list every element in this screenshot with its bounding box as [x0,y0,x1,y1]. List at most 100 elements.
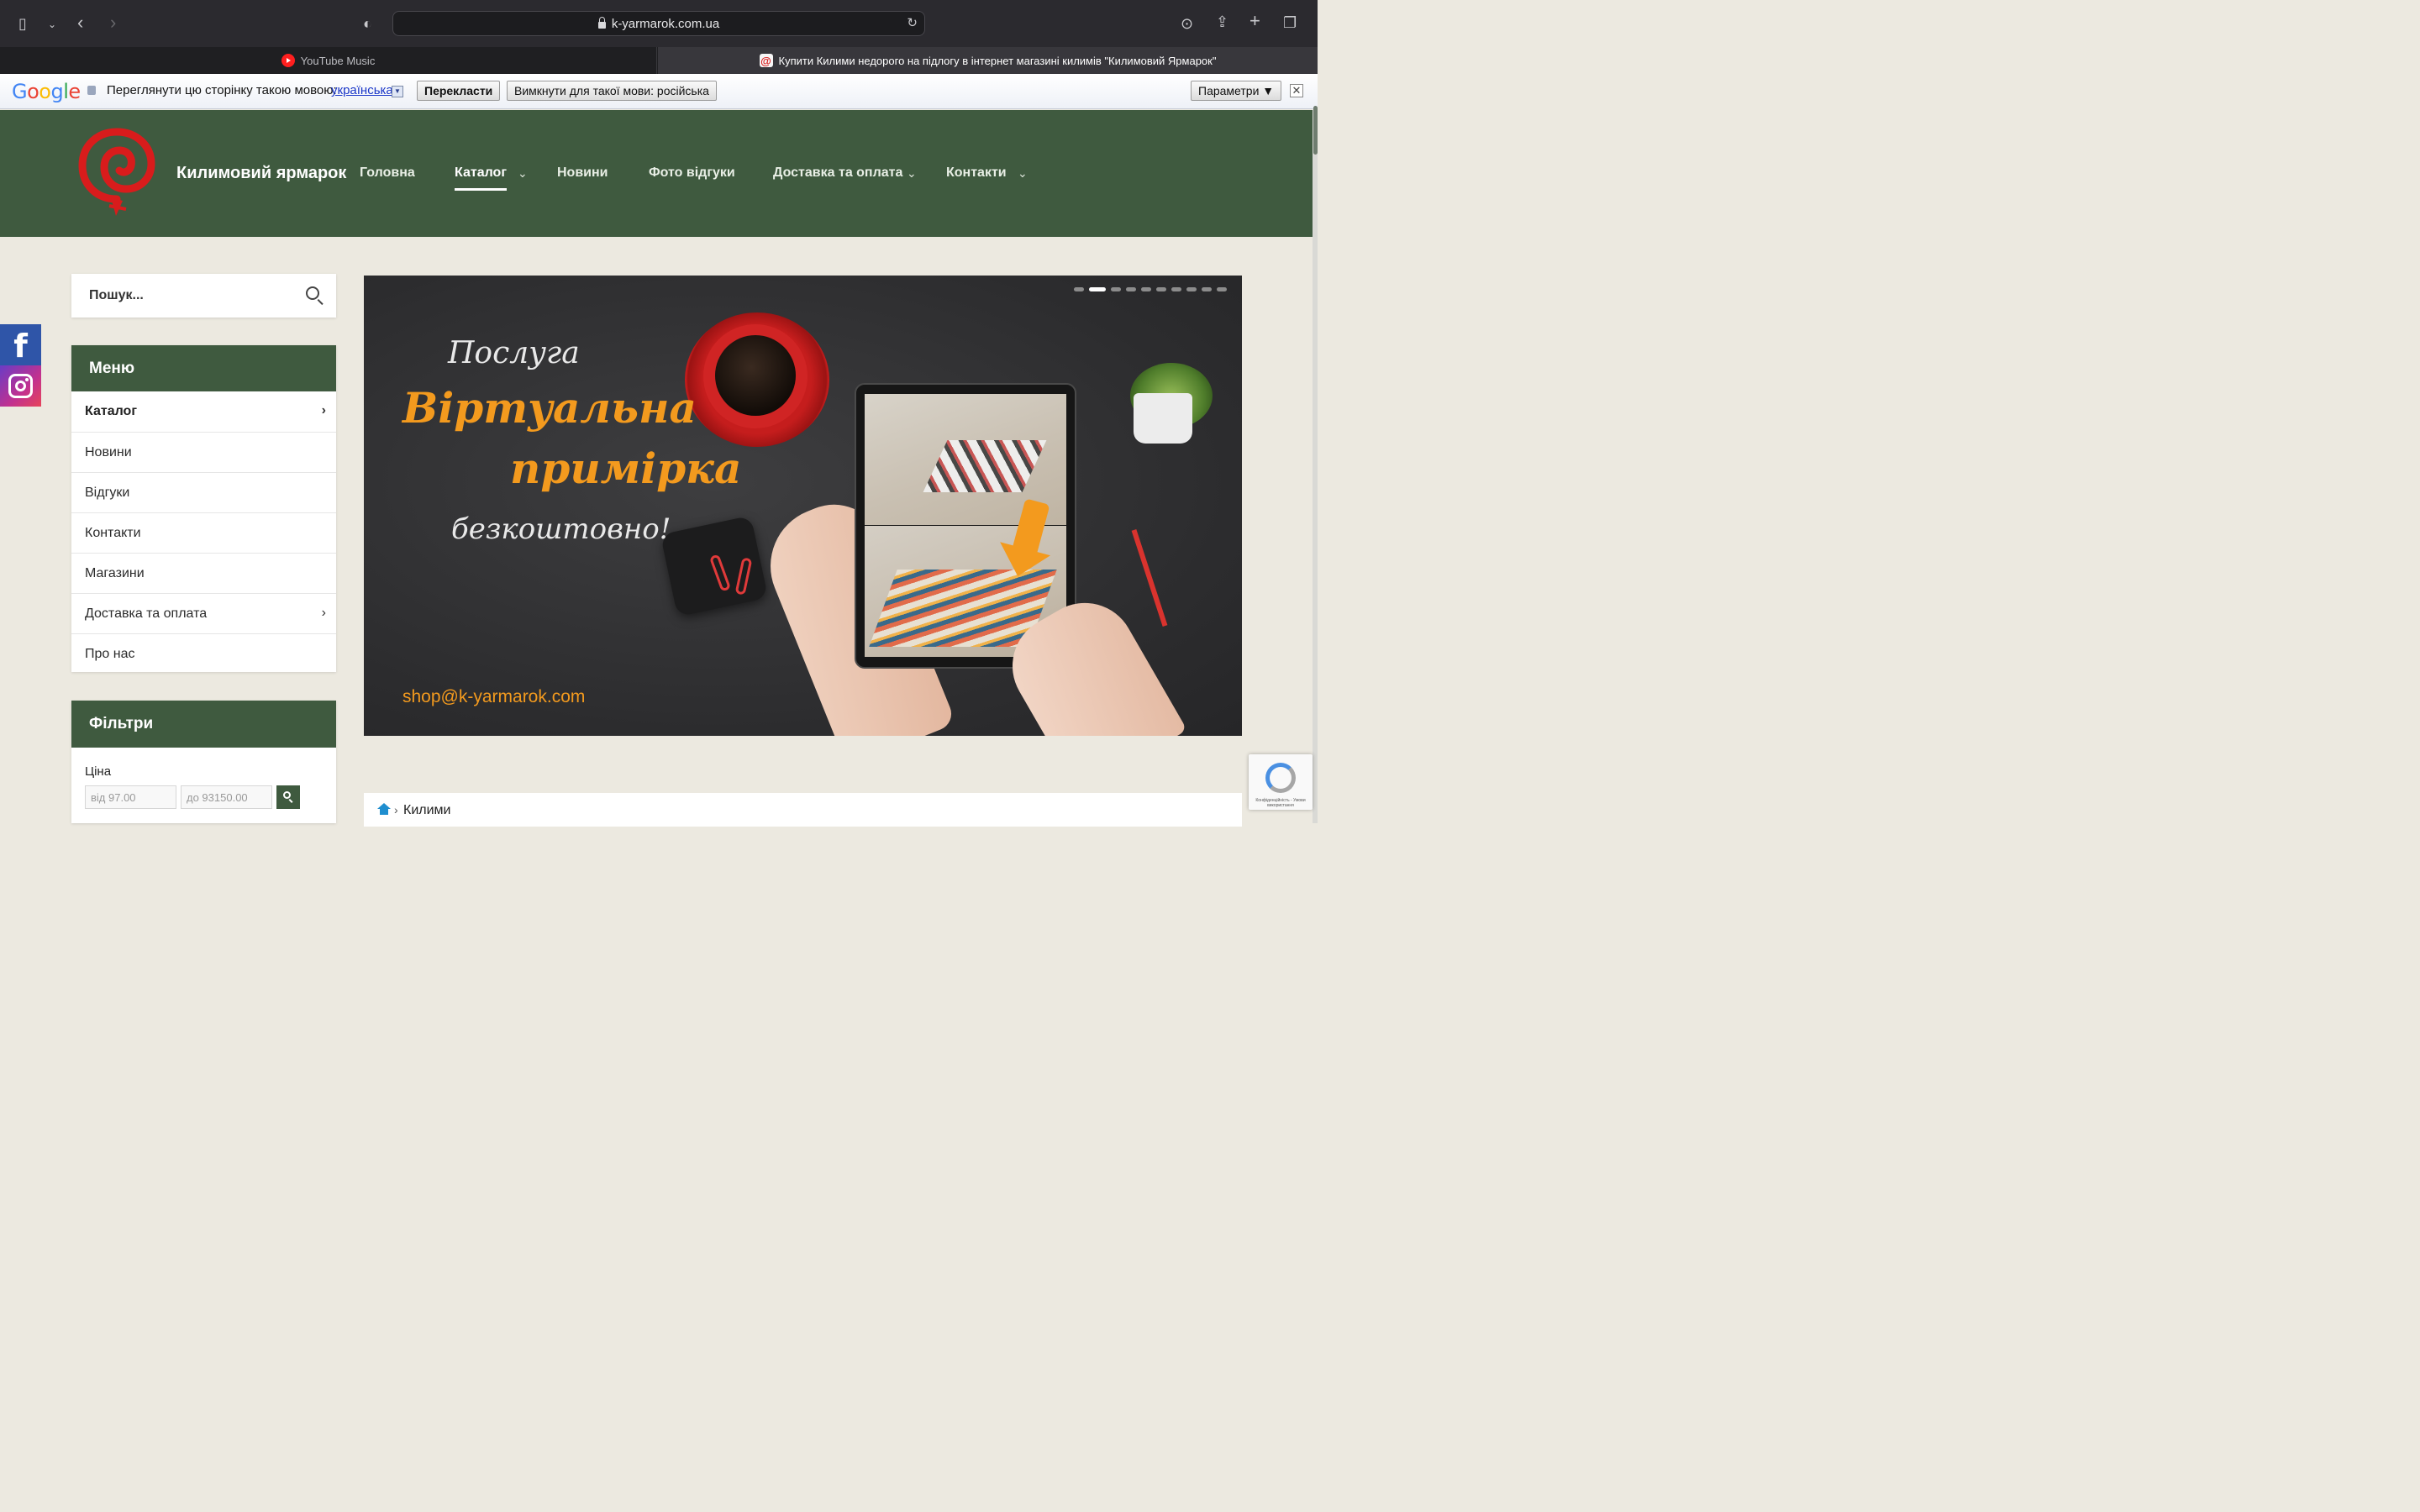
nav-news[interactable]: Новини [557,165,608,181]
slider-dot[interactable] [1217,287,1227,291]
facebook-icon[interactable]: f [0,324,41,365]
translate-button[interactable]: Перекласти [417,81,501,101]
tab-bar: YouTube Music @ Купити Килими недорого н… [0,47,1318,74]
google-translate-bar: Google Переглянути цю сторінку такою мов… [0,74,1318,109]
slider-dot[interactable] [1186,287,1197,291]
slider-dot[interactable] [1156,287,1166,291]
sidebar-filters: Фільтри Ціна від 97.00 до 93150.00 [71,701,336,823]
sidebar-item-label: Відгуки [85,486,130,500]
nav-contacts[interactable]: Контакти [946,165,1007,181]
promo-banner[interactable]: Послуга Віртуальна примірка безкоштовно!… [364,276,1242,736]
breadcrumb: › Килими [364,793,1242,827]
slider-dot[interactable] [1141,287,1151,291]
dropdown-arrow-icon[interactable]: ▼ [392,86,403,97]
back-icon[interactable]: ‹ [77,13,83,32]
banner-line-3: примірка [510,444,742,493]
sidebar-item-reviews[interactable]: Відгуки [71,472,336,512]
sidebar-item-contacts[interactable]: Контакти [71,512,336,553]
chevron-right-icon[interactable]: › [322,606,326,621]
menu-title: Меню [71,345,336,391]
chevron-down-icon[interactable]: ⌄ [48,16,56,33]
scrollbar-thumb[interactable] [1313,106,1318,155]
tab-youtube-music[interactable]: YouTube Music [0,47,657,74]
google-logo: Google [12,80,81,103]
banner-email[interactable]: shop@k-yarmarok.com [402,687,585,707]
chevron-right-icon[interactable]: › [322,403,326,418]
banner-line-2: Віртуальна [402,383,697,433]
breadcrumb-separator: › [394,803,398,816]
tab-label: YouTube Music [300,54,376,67]
home-icon[interactable] [377,803,391,815]
sidebar-item-about[interactable]: Про нас [71,633,336,674]
language-select[interactable]: українська [331,83,393,97]
chevron-down-icon[interactable]: ⌄ [1018,166,1028,181]
download-icon[interactable]: ⊙ [1181,15,1193,32]
url-text: k-yarmarok.com.ua [611,16,720,31]
tab-overview-icon[interactable]: ❐ [1283,14,1297,31]
sidebar-item-label: Магазини [85,566,145,580]
translate-prompt: Переглянути цю сторінку такою мовою: [107,83,337,97]
sidebar-item-catalog[interactable]: Каталог › [71,391,336,432]
coffee-cup [703,324,808,428]
breadcrumb-current: Килими [403,803,451,817]
slider-dot[interactable] [1111,287,1121,291]
banner-line-4: безкоштовно! [451,512,671,546]
sidebar-item-delivery[interactable]: Доставка та оплата › [71,593,336,633]
search-placeholder: Пошук... [89,288,144,302]
tab-label: Купити Килими недорого на підлогу в інте… [778,54,1217,67]
slider-dots [1074,287,1227,291]
price-from-input[interactable]: від 97.00 [85,785,176,809]
sidebar-menu: Меню Каталог › Новини Відгуки Контакти М… [71,345,336,672]
options-button[interactable]: Параметри ▼ [1191,81,1282,101]
chevron-down-icon[interactable]: ⌄ [907,166,917,181]
close-icon[interactable]: ✕ [1290,84,1303,97]
red-pencil [1131,529,1168,627]
price-filter-search-button[interactable] [276,785,300,809]
slider-dot[interactable] [1126,287,1136,291]
browser-toolbar: ▯ ⌄ ‹ › ◐ k-yarmarok.com.ua ↻ ⊙ ⇪ + ❐ [0,0,1318,47]
new-tab-icon[interactable]: + [1249,12,1260,30]
recaptcha-icon [1265,763,1296,793]
sidebar-item-label: Новини [85,445,132,459]
slider-dot[interactable] [1089,287,1106,291]
chevron-down-icon[interactable]: ⌄ [518,166,528,181]
address-bar[interactable]: k-yarmarok.com.ua ↻ [392,11,925,36]
sidebar-item-label: Доставка та оплата [85,606,208,621]
spiral-logo-icon[interactable] [77,127,156,221]
site-brand[interactable]: Килимовий ярмарок [176,164,346,183]
youtube-music-icon [281,54,295,67]
lock-icon [87,86,96,95]
lock-icon [597,17,606,29]
filters-title: Фільтри [71,701,336,748]
recaptcha-text: Конфіденційність - Умови використання [1255,798,1306,808]
search-input[interactable]: Пошук... [71,274,336,318]
price-to-input[interactable]: до 93150.00 [181,785,272,809]
nav-photo-reviews[interactable]: Фото відгуки [649,165,735,181]
forward-icon[interactable]: › [110,13,116,32]
reload-icon[interactable]: ↻ [907,15,918,30]
sidebar-item-label: Про нас [85,647,135,661]
site-header: Килимовий ярмарок Головна Каталог ⌄ Нови… [0,110,1313,237]
sidebar-item-label: Контакти [85,526,141,540]
sidebar-item-label: Каталог [85,404,137,418]
nav-delivery[interactable]: Доставка та оплата [773,165,902,181]
privacy-shield-icon[interactable]: ◐ [363,15,372,32]
site-favicon-icon: @ [759,54,773,67]
sidebar-item-stores[interactable]: Магазини [71,553,336,593]
disable-language-button[interactable]: Вимкнути для такої мови: російська [507,81,717,101]
slider-dot[interactable] [1171,287,1181,291]
page-scrollbar[interactable] [1313,110,1318,823]
tab-k-yarmarok[interactable]: @ Купити Килими недорого на підлогу в ін… [658,47,1318,74]
search-icon[interactable] [306,286,319,300]
nav-catalog[interactable]: Каталог [455,165,507,191]
slider-dot[interactable] [1074,287,1084,291]
nav-home[interactable]: Головна [360,165,415,181]
recaptcha-badge[interactable]: Конфіденційність - Умови використання [1249,754,1313,810]
sidebar-toggle-icon[interactable]: ▯ [18,15,27,32]
share-icon[interactable]: ⇪ [1216,13,1228,30]
banner-line-1: Послуга [448,336,580,370]
instagram-icon[interactable] [0,365,41,407]
plant-pot [1134,393,1192,444]
sidebar-item-news[interactable]: Новини [71,432,336,472]
slider-dot[interactable] [1202,287,1212,291]
